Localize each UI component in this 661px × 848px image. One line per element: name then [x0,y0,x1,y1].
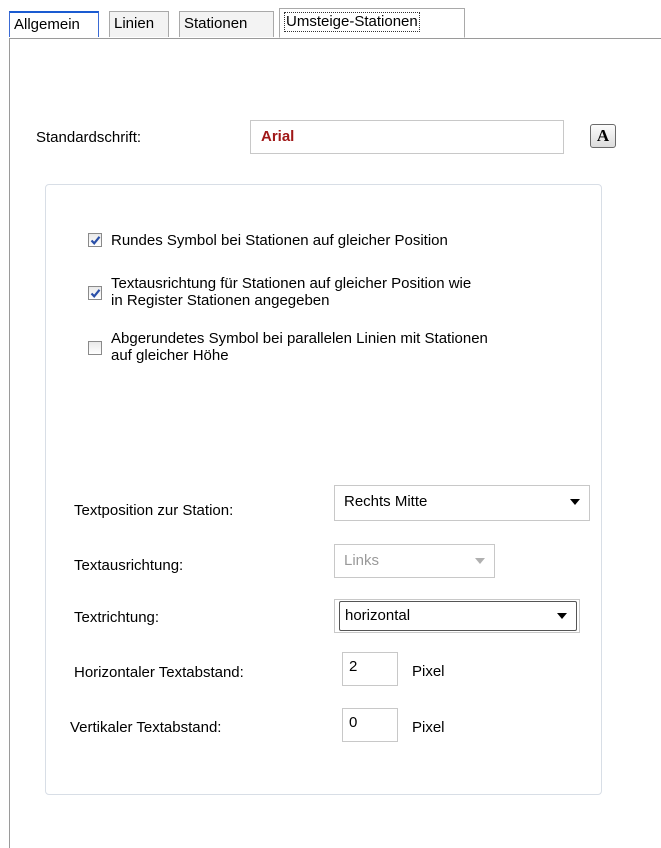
tab-stationen[interactable]: Stationen [179,11,274,37]
horizontal-abstand-input[interactable]: 2 [342,652,398,686]
textposition-select[interactable]: Rechts Mitte [334,485,590,521]
textausrichtung-label: Textausrichtung: [74,557,184,574]
tab-umsteige-stationen-label: Umsteige-Stationen [284,12,420,32]
tab-allgemein[interactable]: Allgemein [9,11,99,37]
tab-linien[interactable]: Linien [109,11,169,37]
textrichtung-value: horizontal [345,607,411,624]
font-field[interactable]: Arial [250,120,564,154]
textrichtung-select[interactable]: horizontal [334,599,580,633]
horizontal-abstand-unit: Pixel [412,663,445,680]
chevron-down-icon [475,558,485,564]
textrichtung-select-frame: horizontal [339,601,577,631]
checkbox-rundes-symbol-label: Rundes Symbol bei Stationen auf gleicher… [111,232,448,249]
textausrichtung-select[interactable]: Links [334,544,495,578]
textausrichtung-value: Links [344,552,380,569]
tab-strip: Allgemein Linien Stationen Umsteige-Stat… [9,8,661,40]
tab-stationen-label: Stationen [184,15,248,32]
chevron-down-icon [570,499,580,505]
font-picker-button[interactable]: A [590,124,616,148]
tab-umsteige-stationen[interactable]: Umsteige-Stationen [279,8,465,38]
checkbox-abgerundetes-symbol-label: Abgerundetes Symbol bei parallelen Linie… [111,330,488,364]
font-label: Standardschrift: [36,129,142,146]
checkbox-textausrichtung-label: Textausrichtung für Stationen auf gleich… [111,275,471,309]
checkbox-textausrichtung-line1: Textausrichtung für Stationen auf gleich… [111,275,472,292]
vertikal-abstand-input[interactable]: 0 [342,708,398,742]
checkbox-abgerundetes-line2: auf gleicher Höhe [111,347,229,364]
horizontal-abstand-label: Horizontaler Textabstand: [74,664,244,681]
textposition-label: Textposition zur Station: [74,502,234,519]
check-icon [90,236,101,245]
textrichtung-label: Textrichtung: [74,609,160,626]
checkbox-abgerundetes-symbol[interactable] [88,341,102,355]
chevron-down-icon [557,613,567,619]
tab-allgemein-label: Allgemein [14,16,80,33]
tab-linien-label: Linien [114,15,155,32]
checkbox-abgerundetes-line1: Abgerundetes Symbol bei parallelen Linie… [111,330,488,347]
textposition-value: Rechts Mitte [344,493,428,510]
vertikal-abstand-unit: Pixel [412,719,445,736]
checkbox-textausrichtung[interactable] [88,286,102,300]
checkbox-rundes-symbol[interactable] [88,233,102,247]
vertikal-abstand-label: Vertikaler Textabstand: [70,719,222,736]
checkbox-textausrichtung-line2: in Register Stationen angegeben [111,292,330,309]
check-icon [90,289,101,298]
